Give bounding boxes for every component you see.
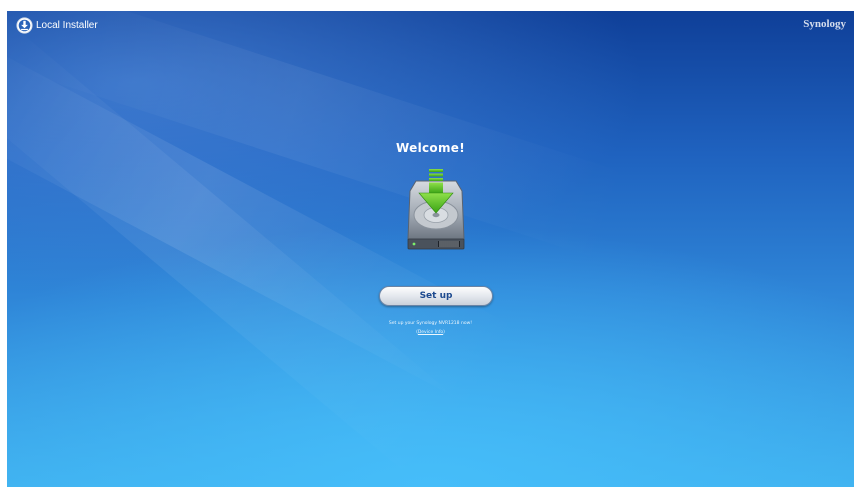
paren-close: )	[443, 330, 445, 335]
installer-screen: Local Installer Synology Welcome! Set up…	[7, 11, 854, 487]
device-info-link[interactable]: Device Info	[418, 330, 443, 335]
setup-description: Set up your Synology NVR1218 now! (Devic…	[7, 319, 854, 337]
brand-logo: Synology	[803, 18, 846, 30]
download-icon	[16, 17, 33, 34]
setup-description-text: Set up your Synology NVR1218 now!	[388, 321, 473, 326]
top-bar: Local Installer Synology	[7, 11, 854, 37]
hard-drive-download-icon	[407, 169, 465, 250]
device-info-line: (Device Info)	[7, 328, 854, 337]
app-title: Local Installer	[36, 20, 98, 31]
welcome-heading: Welcome!	[396, 141, 465, 155]
setup-button[interactable]: Set up	[379, 286, 493, 306]
